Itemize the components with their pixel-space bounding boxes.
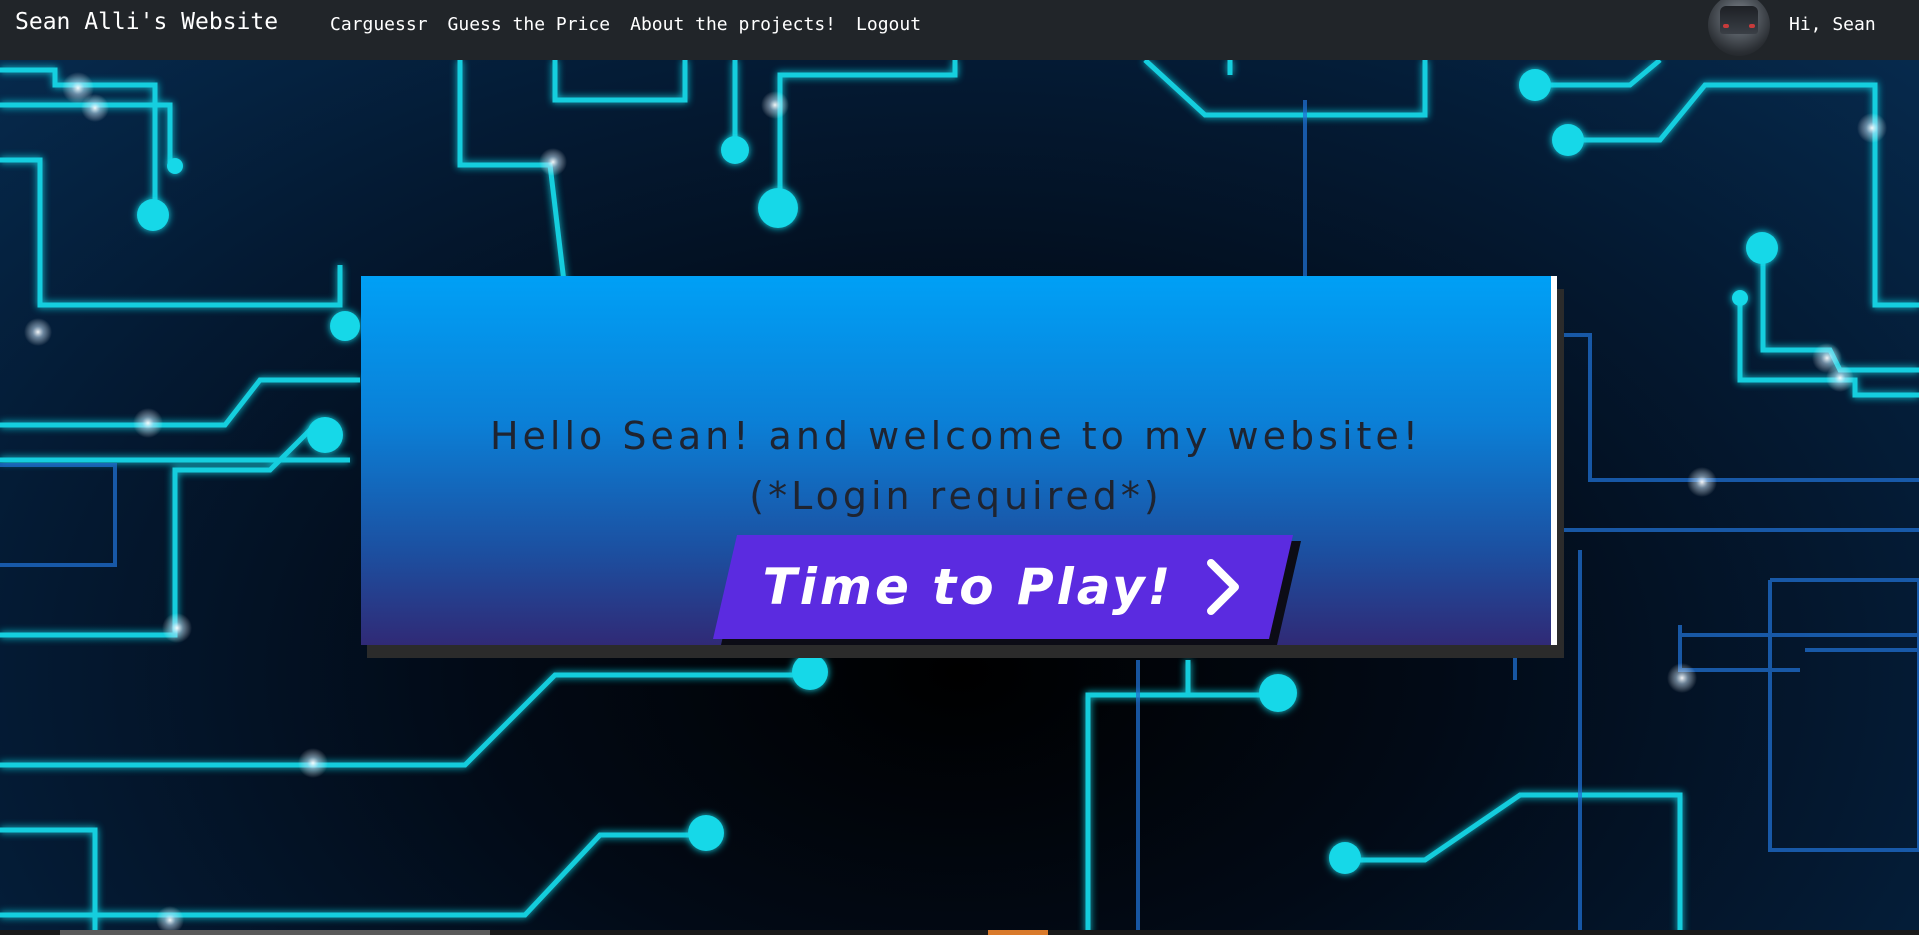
welcome-line-1: Hello Sean! and welcome to my website! — [489, 414, 1423, 458]
play-button-label: Time to Play! — [762, 558, 1174, 616]
nav-link-carguessr[interactable]: Carguessr — [330, 14, 428, 35]
nav-link-logout[interactable]: Logout — [856, 14, 921, 35]
avatar-car-icon — [1720, 6, 1758, 34]
site-brand-link[interactable]: Sean Alli's Website — [15, 9, 278, 35]
taskbar-segment-active — [988, 930, 1048, 935]
nav-links: Carguessr Guess the Price About the proj… — [330, 14, 921, 35]
welcome-line-2: (*Login required*) — [749, 474, 1163, 518]
hero-panel: Hello Sean! and welcome to my website! (… — [361, 276, 1557, 645]
welcome-message: Hello Sean! and welcome to my website! (… — [361, 406, 1551, 526]
nav-link-about-projects[interactable]: About the projects! — [630, 14, 836, 35]
taskbar-segment — [60, 930, 490, 935]
top-navbar: Sean Alli's Website Carguessr Guess the … — [0, 0, 1919, 60]
avatar-taillight-right — [1749, 24, 1755, 28]
user-greeting: Hi, Sean — [1789, 14, 1876, 35]
play-button-wrapper: Time to Play! — [713, 535, 1301, 645]
bottom-taskbar-strip — [0, 930, 1919, 935]
user-avatar[interactable] — [1708, 0, 1770, 56]
nav-link-guess-the-price[interactable]: Guess the Price — [448, 14, 611, 35]
avatar-taillight-left — [1723, 24, 1729, 28]
chevron-right-icon — [1203, 559, 1243, 615]
time-to-play-button[interactable]: Time to Play! — [713, 535, 1293, 639]
